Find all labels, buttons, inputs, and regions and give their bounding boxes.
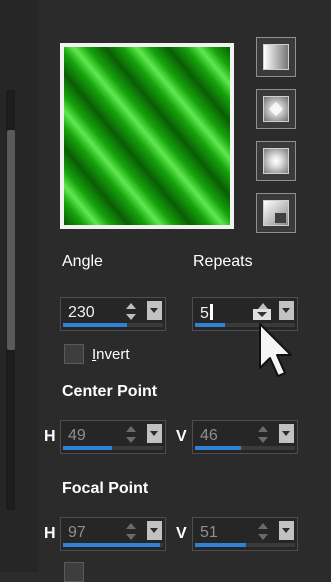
mouse-pointer-icon <box>259 323 292 377</box>
linear-style-button[interactable] <box>256 37 296 77</box>
center-h-stepper[interactable] <box>125 425 137 445</box>
focal-h-up-icon[interactable] <box>126 523 136 529</box>
lower-checkbox[interactable] <box>64 562 84 582</box>
rectangular-style-icon <box>263 96 289 122</box>
center-h-up-icon[interactable] <box>126 426 136 432</box>
focal-h-letter: H <box>44 525 56 542</box>
angle-slider-track[interactable] <box>63 323 163 327</box>
focal-v-dropdown-icon[interactable] <box>279 521 294 540</box>
focal-v-letter: V <box>176 525 187 542</box>
repeats-label: Repeats <box>193 253 253 270</box>
invert-checkbox[interactable] <box>64 344 84 364</box>
angle-spinbox[interactable]: 230 <box>60 297 166 331</box>
linear-style-icon <box>263 44 289 70</box>
center-h-spinbox[interactable]: 49 <box>60 420 166 454</box>
focal-h-dropdown-icon[interactable] <box>147 521 162 540</box>
center-v-stepper[interactable] <box>257 425 269 445</box>
invert-label: Invert <box>92 346 130 363</box>
focal-h-down-icon[interactable] <box>126 534 136 540</box>
repeats-dropdown-icon[interactable] <box>279 301 294 320</box>
radial-style-button[interactable] <box>256 141 296 181</box>
angle-stepper[interactable] <box>125 302 137 322</box>
repeats-down-icon[interactable] <box>253 309 271 320</box>
center-h-down-icon[interactable] <box>126 437 136 443</box>
repeats-slider-fill <box>195 323 225 327</box>
focal-h-value[interactable]: 97 <box>68 524 86 542</box>
angle-down-icon[interactable] <box>126 314 136 320</box>
center-v-spinbox[interactable]: 46 <box>192 420 298 454</box>
radial-style-icon <box>263 148 289 174</box>
focal-v-slider-track[interactable] <box>195 543 295 547</box>
rectangular-style-button[interactable] <box>256 89 296 129</box>
focal-v-stepper[interactable] <box>257 522 269 542</box>
angle-up-icon[interactable] <box>126 303 136 309</box>
angle-slider-fill <box>63 323 127 327</box>
text-cursor <box>209 304 213 320</box>
focal-v-up-icon[interactable] <box>258 523 268 529</box>
focal-v-down-icon[interactable] <box>258 534 268 540</box>
focal-point-label: Focal Point <box>62 480 149 497</box>
repeats-value[interactable]: 5 <box>200 304 213 323</box>
center-v-slider-fill <box>195 446 241 450</box>
angle-value[interactable]: 230 <box>68 304 95 322</box>
gradient-preview[interactable] <box>60 43 234 229</box>
left-panel-strip <box>0 0 38 572</box>
focal-v-spinbox[interactable]: 51 <box>192 517 298 551</box>
center-v-up-icon[interactable] <box>258 426 268 432</box>
focal-h-stepper[interactable] <box>125 522 137 542</box>
focal-h-slider-track[interactable] <box>63 543 163 547</box>
focal-h-spinbox[interactable]: 97 <box>60 517 166 551</box>
center-h-dropdown-icon[interactable] <box>147 424 162 443</box>
center-h-slider-fill <box>63 446 112 450</box>
angle-dropdown-icon[interactable] <box>147 301 162 320</box>
center-v-dropdown-icon[interactable] <box>279 424 294 443</box>
center-v-down-icon[interactable] <box>258 437 268 443</box>
center-point-label: Center Point <box>62 383 158 400</box>
center-h-letter: H <box>44 428 56 445</box>
corner-style-button[interactable] <box>256 193 296 233</box>
center-v-slider-track[interactable] <box>195 446 295 450</box>
left-scroll-thumb[interactable] <box>7 130 15 350</box>
center-v-letter: V <box>176 428 187 445</box>
center-h-slider-track[interactable] <box>63 446 163 450</box>
angle-label: Angle <box>62 253 103 270</box>
center-h-value[interactable]: 49 <box>68 427 86 445</box>
focal-v-value[interactable]: 51 <box>200 524 218 542</box>
focal-h-slider-fill <box>63 543 160 547</box>
center-v-value[interactable]: 46 <box>200 427 218 445</box>
corner-style-icon <box>263 200 289 226</box>
focal-v-slider-fill <box>195 543 246 547</box>
